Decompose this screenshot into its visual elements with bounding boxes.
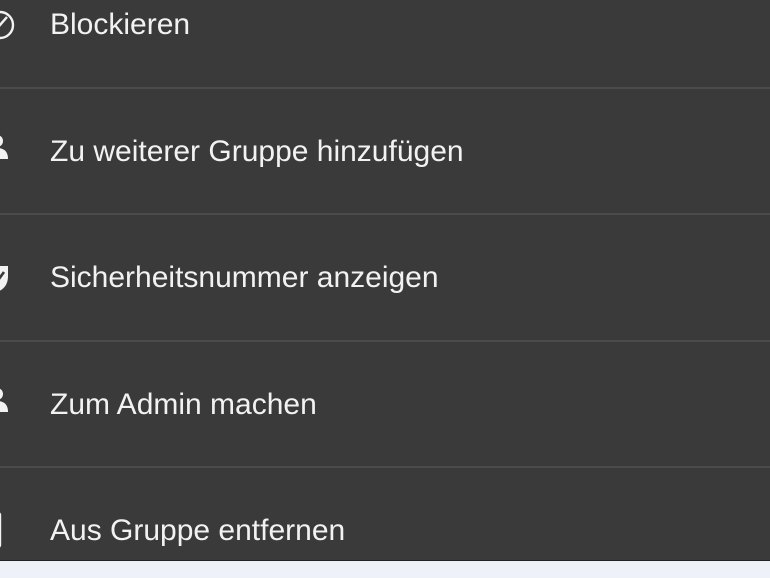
menu-item-block[interactable]: Blockieren bbox=[0, 0, 770, 88]
menu-item-remove-from-group[interactable]: Aus Gruppe entfernen bbox=[0, 468, 770, 560]
bottom-background bbox=[0, 560, 770, 578]
action-sheet: Blockieren Zu weiterer Gruppe hinzufügen… bbox=[0, 0, 770, 560]
menu-item-add-to-group[interactable]: Zu weiterer Gruppe hinzufügen bbox=[0, 89, 770, 215]
menu-item-safety-number[interactable]: Sicherheitsnummer anzeigen bbox=[0, 215, 770, 341]
block-icon bbox=[0, 9, 16, 41]
person-add-icon bbox=[0, 131, 16, 163]
remove-from-group-icon bbox=[0, 512, 16, 548]
menu-item-label: Aus Gruppe entfernen bbox=[50, 514, 346, 547]
menu-item-label: Zu weiterer Gruppe hinzufügen bbox=[50, 135, 464, 168]
shield-check-icon bbox=[0, 262, 16, 294]
menu-item-label: Blockieren bbox=[50, 8, 191, 41]
menu-item-label: Sicherheitsnummer anzeigen bbox=[50, 261, 439, 294]
person-admin-icon bbox=[0, 384, 16, 416]
menu-item-make-admin[interactable]: Zum Admin machen bbox=[0, 342, 770, 468]
menu-item-label: Zum Admin machen bbox=[50, 388, 317, 421]
